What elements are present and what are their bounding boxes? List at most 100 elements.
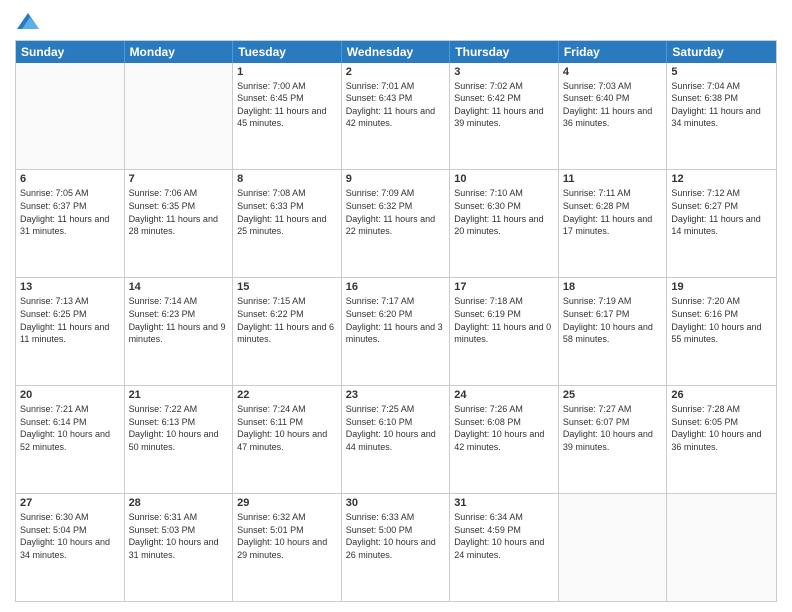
calendar-cell: 28Sunrise: 6:31 AMSunset: 5:03 PMDayligh… [125, 494, 234, 601]
calendar-cell: 16 Sunrise: 7:17 AMSunset: 6:20 PMDayligh… [342, 278, 451, 385]
calendar-cell: 15 Sunrise: 7:15 AMSunset: 6:22 PMDayligh… [233, 278, 342, 385]
day-number: 7 [129, 173, 229, 185]
calendar-cell: 23Sunrise: 7:25 AMSunset: 6:10 PMDayligh… [342, 386, 451, 493]
day-number: 16 [346, 281, 446, 293]
calendar-cell: 2 Sunrise: 7:01 AMSunset: 6:43 PMDaylight… [342, 63, 451, 170]
calendar-cell: 19 Sunrise: 7:20 AMSunset: 6:16 PMDayligh… [667, 278, 776, 385]
cell-info: Sunrise: 6:32 AMSunset: 5:01 PMDaylight:… [237, 511, 337, 561]
cell-info: Sunrise: 7:02 AMSunset: 6:42 PMDaylight:… [454, 80, 554, 130]
calendar-cell: 5 Sunrise: 7:04 AMSunset: 6:38 PMDaylight… [667, 63, 776, 170]
day-number: 29 [237, 497, 337, 509]
calendar-cell [667, 494, 776, 601]
calendar-cell [559, 494, 668, 601]
cell-info: Sunrise: 7:25 AMSunset: 6:10 PMDaylight:… [346, 403, 446, 453]
weekday-header: Sunday [16, 41, 125, 63]
calendar-cell: 21 Sunrise: 7:22 AMSunset: 6:13 PMDayligh… [125, 386, 234, 493]
day-number: 21 [129, 389, 229, 401]
day-number: 12 [671, 173, 772, 185]
calendar-cell [16, 63, 125, 170]
cell-info: Sunrise: 7:18 AMSunset: 6:19 PMDaylight:… [454, 295, 554, 345]
cell-info: Sunrise: 7:09 AMSunset: 6:32 PMDaylight:… [346, 187, 446, 237]
calendar-cell: 30Sunrise: 6:33 AMSunset: 5:00 PMDayligh… [342, 494, 451, 601]
calendar-cell: 3 Sunrise: 7:02 AMSunset: 6:42 PMDaylight… [450, 63, 559, 170]
day-number: 6 [20, 173, 120, 185]
calendar-cell: 4 Sunrise: 7:03 AMSunset: 6:40 PMDaylight… [559, 63, 668, 170]
day-number: 26 [671, 389, 772, 401]
cell-info: Sunrise: 6:30 AMSunset: 5:04 PMDaylight:… [20, 511, 120, 561]
cell-info: Sunrise: 7:06 AMSunset: 6:35 PMDaylight:… [129, 187, 229, 237]
day-number: 9 [346, 173, 446, 185]
day-number: 22 [237, 389, 337, 401]
calendar-header: SundayMondayTuesdayWednesdayThursdayFrid… [16, 41, 776, 63]
cell-info: Sunrise: 7:15 AMSunset: 6:22 PMDaylight:… [237, 295, 337, 345]
day-number: 25 [563, 389, 663, 401]
day-number: 31 [454, 497, 554, 509]
cell-info: Sunrise: 7:20 AMSunset: 6:16 PMDaylight:… [671, 295, 772, 345]
calendar-row: 1 Sunrise: 7:00 AMSunset: 6:45 PMDaylight… [16, 63, 776, 170]
calendar-cell: 22 Sunrise: 7:24 AMSunset: 6:11 PMDayligh… [233, 386, 342, 493]
cell-info: Sunrise: 7:19 AMSunset: 6:17 PMDaylight:… [563, 295, 663, 345]
calendar-cell: 24Sunrise: 7:26 AMSunset: 6:08 PMDayligh… [450, 386, 559, 493]
calendar-cell: 10 Sunrise: 7:10 AMSunset: 6:30 PMDayligh… [450, 170, 559, 277]
calendar-cell: 25 Sunrise: 7:27 AMSunset: 6:07 PMDayligh… [559, 386, 668, 493]
calendar: SundayMondayTuesdayWednesdayThursdayFrid… [15, 40, 777, 602]
day-number: 5 [671, 66, 772, 78]
calendar-cell: 17 Sunrise: 7:18 AMSunset: 6:19 PMDayligh… [450, 278, 559, 385]
weekday-header: Thursday [450, 41, 559, 63]
calendar-cell: 11Sunrise: 7:11 AMSunset: 6:28 PMDayligh… [559, 170, 668, 277]
day-number: 13 [20, 281, 120, 293]
page: SundayMondayTuesdayWednesdayThursdayFrid… [0, 0, 792, 612]
calendar-cell: 26 Sunrise: 7:28 AMSunset: 6:05 PMDayligh… [667, 386, 776, 493]
day-number: 1 [237, 66, 337, 78]
cell-info: Sunrise: 7:10 AMSunset: 6:30 PMDaylight:… [454, 187, 554, 237]
calendar-body: 1 Sunrise: 7:00 AMSunset: 6:45 PMDaylight… [16, 63, 776, 601]
cell-info: Sunrise: 7:17 AMSunset: 6:20 PMDaylight:… [346, 295, 446, 345]
day-number: 10 [454, 173, 554, 185]
day-number: 3 [454, 66, 554, 78]
cell-info: Sunrise: 7:21 AMSunset: 6:14 PMDaylight:… [20, 403, 120, 453]
day-number: 8 [237, 173, 337, 185]
day-number: 27 [20, 497, 120, 509]
calendar-cell: 14Sunrise: 7:14 AMSunset: 6:23 PMDayligh… [125, 278, 234, 385]
cell-info: Sunrise: 7:28 AMSunset: 6:05 PMDaylight:… [671, 403, 772, 453]
day-number: 19 [671, 281, 772, 293]
weekday-header: Wednesday [342, 41, 451, 63]
cell-info: Sunrise: 7:11 AMSunset: 6:28 PMDaylight:… [563, 187, 663, 237]
cell-info: Sunrise: 7:01 AMSunset: 6:43 PMDaylight:… [346, 80, 446, 130]
cell-info: Sunrise: 7:13 AMSunset: 6:25 PMDaylight:… [20, 295, 120, 345]
cell-info: Sunrise: 7:12 AMSunset: 6:27 PMDaylight:… [671, 187, 772, 237]
calendar-cell: 31 Sunrise: 6:34 AMSunset: 4:59 PMDayligh… [450, 494, 559, 601]
calendar-cell: 13 Sunrise: 7:13 AMSunset: 6:25 PMDayligh… [16, 278, 125, 385]
cell-info: Sunrise: 7:04 AMSunset: 6:38 PMDaylight:… [671, 80, 772, 130]
calendar-cell: 9 Sunrise: 7:09 AMSunset: 6:32 PMDaylight… [342, 170, 451, 277]
day-number: 17 [454, 281, 554, 293]
cell-info: Sunrise: 6:31 AMSunset: 5:03 PMDaylight:… [129, 511, 229, 561]
calendar-row: 27 Sunrise: 6:30 AMSunset: 5:04 PMDayligh… [16, 493, 776, 601]
calendar-cell: 12 Sunrise: 7:12 AMSunset: 6:27 PMDayligh… [667, 170, 776, 277]
header [15, 10, 777, 32]
calendar-cell: 7 Sunrise: 7:06 AMSunset: 6:35 PMDaylight… [125, 170, 234, 277]
cell-info: Sunrise: 7:14 AMSunset: 6:23 PMDaylight:… [129, 295, 229, 345]
weekday-header: Saturday [667, 41, 776, 63]
cell-info: Sunrise: 7:08 AMSunset: 6:33 PMDaylight:… [237, 187, 337, 237]
calendar-cell [125, 63, 234, 170]
weekday-header: Tuesday [233, 41, 342, 63]
day-number: 20 [20, 389, 120, 401]
logo-text [15, 10, 39, 32]
calendar-cell: 29 Sunrise: 6:32 AMSunset: 5:01 PMDayligh… [233, 494, 342, 601]
cell-info: Sunrise: 7:22 AMSunset: 6:13 PMDaylight:… [129, 403, 229, 453]
cell-info: Sunrise: 7:00 AMSunset: 6:45 PMDaylight:… [237, 80, 337, 130]
cell-info: Sunrise: 7:03 AMSunset: 6:40 PMDaylight:… [563, 80, 663, 130]
day-number: 2 [346, 66, 446, 78]
day-number: 4 [563, 66, 663, 78]
cell-info: Sunrise: 7:05 AMSunset: 6:37 PMDaylight:… [20, 187, 120, 237]
calendar-cell: 1 Sunrise: 7:00 AMSunset: 6:45 PMDaylight… [233, 63, 342, 170]
calendar-cell: 20 Sunrise: 7:21 AMSunset: 6:14 PMDayligh… [16, 386, 125, 493]
cell-info: Sunrise: 7:27 AMSunset: 6:07 PMDaylight:… [563, 403, 663, 453]
calendar-row: 13 Sunrise: 7:13 AMSunset: 6:25 PMDayligh… [16, 277, 776, 385]
cell-info: Sunrise: 7:24 AMSunset: 6:11 PMDaylight:… [237, 403, 337, 453]
cell-info: Sunrise: 7:26 AMSunset: 6:08 PMDaylight:… [454, 403, 554, 453]
day-number: 15 [237, 281, 337, 293]
weekday-header: Monday [125, 41, 234, 63]
cell-info: Sunrise: 6:34 AMSunset: 4:59 PMDaylight:… [454, 511, 554, 561]
